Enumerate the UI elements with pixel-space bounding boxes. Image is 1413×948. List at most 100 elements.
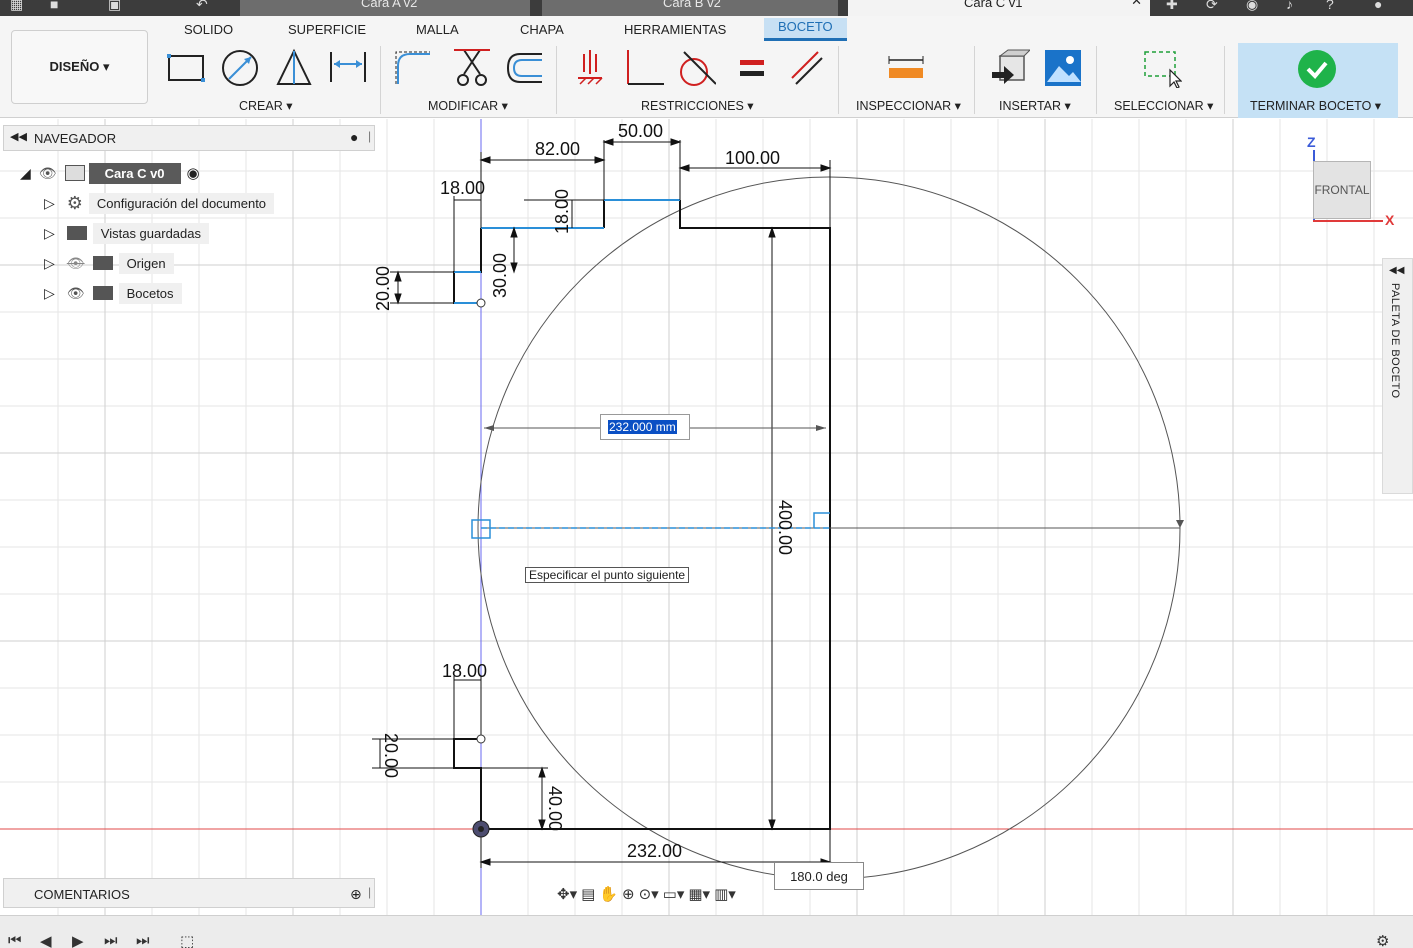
view-cube[interactable]: FRONTAL: [1313, 161, 1371, 219]
select-tool[interactable]: [1142, 48, 1182, 88]
timeline-end-icon[interactable]: ⏭: [136, 932, 150, 948]
group-restricciones[interactable]: RESTRICCIONES ▾: [641, 98, 754, 113]
extensions-icon[interactable]: ◉: [1246, 0, 1258, 13]
minimize-panel-icon[interactable]: ●: [350, 129, 358, 145]
tangent-tool[interactable]: [676, 48, 716, 88]
zoom-icon[interactable]: ⊕: [622, 885, 635, 903]
timeline-prev-icon[interactable]: ◀: [40, 932, 52, 948]
doc-tab-cara-b[interactable]: Cara B v2: [542, 0, 838, 16]
sketch-point[interactable]: [476, 734, 486, 744]
finish-sketch-button[interactable]: TERMINAR BOCETO ▾: [1238, 43, 1398, 118]
insert-derive-tool[interactable]: [990, 48, 1030, 88]
look-at-icon[interactable]: ▤: [581, 885, 595, 903]
browser-panel-header[interactable]: ◀◀ NAVEGADOR ● |: [3, 125, 375, 151]
tab-solido[interactable]: SOLIDO: [184, 22, 233, 37]
help-icon[interactable]: ?: [1326, 0, 1334, 12]
expand-triangle-icon[interactable]: ◢: [20, 165, 31, 182]
dim-18-top: 18.00: [440, 178, 485, 198]
trim-tool[interactable]: [452, 48, 492, 88]
sketch-drawing[interactable]: 82.00 50.00 100.00 18.00 18.00 30.00 20.…: [0, 119, 1413, 915]
notifications-icon[interactable]: ♪: [1286, 0, 1293, 12]
browser-item-document-settings[interactable]: ▷ ⚙ Configuración del documento: [44, 191, 275, 215]
timeline-start-icon[interactable]: ⏮: [8, 932, 22, 948]
group-insertar[interactable]: INSERTAR ▾: [999, 98, 1071, 113]
group-separator: [380, 46, 381, 114]
timeline-next-icon[interactable]: ⏭: [104, 932, 118, 948]
expand-triangle-icon[interactable]: ▷: [44, 255, 55, 272]
undo-icon[interactable]: ↶: [196, 0, 208, 13]
add-comment-icon[interactable]: ⊕: [350, 886, 362, 903]
group-separator: [556, 46, 557, 114]
expand-triangle-icon[interactable]: ▷: [44, 225, 55, 242]
group-seleccionar[interactable]: SELECCIONAR ▾: [1114, 98, 1213, 113]
circle-tool[interactable]: [220, 48, 260, 88]
eye-icon[interactable]: 👁: [39, 165, 57, 182]
offset-tool[interactable]: [504, 48, 544, 88]
panel-grip-icon[interactable]: |: [368, 129, 371, 143]
dimension-input-value[interactable]: 232.000 mm: [608, 420, 677, 434]
expand-triangle-icon[interactable]: ▷: [44, 285, 55, 302]
perpendicular-icon: [627, 50, 664, 85]
workspace-dropdown[interactable]: DISEÑO ▾: [11, 30, 148, 104]
dimension-lines: [372, 138, 832, 868]
file-icon[interactable]: ■: [50, 0, 58, 12]
group-modificar[interactable]: MODIFICAR ▾: [428, 98, 508, 113]
timeline-play-icon[interactable]: ▶: [72, 932, 84, 948]
measure-tool[interactable]: [886, 48, 926, 88]
orbit-icon[interactable]: ✥▾: [557, 885, 577, 903]
browser-item-origin[interactable]: ▷ 👁 Origen: [44, 251, 174, 275]
group-inspeccionar[interactable]: INSPECCIONAR ▾: [856, 98, 961, 113]
eye-hidden-icon[interactable]: 👁: [67, 255, 85, 272]
rectangle-tool[interactable]: [166, 48, 206, 88]
dim-82: 82.00: [535, 139, 580, 159]
group-crear[interactable]: CREAR ▾: [239, 98, 293, 113]
browser-root-row[interactable]: ◢ 👁 Cara C v0 ◉: [20, 161, 200, 185]
activate-radio-icon[interactable]: ◉: [187, 164, 200, 182]
viewports-icon[interactable]: ▥▾: [714, 885, 736, 903]
checkmark-icon: [1298, 50, 1336, 88]
sketch-canvas[interactable]: 82.00 50.00 100.00 18.00 18.00 30.00 20.…: [0, 119, 1413, 915]
timeline-sketch-icon[interactable]: ⬚: [180, 932, 194, 948]
dimension-input[interactable]: 232.000 mm: [600, 414, 690, 440]
save-icon[interactable]: ▣: [108, 0, 121, 13]
equal-tool[interactable]: [732, 48, 772, 88]
tab-chapa[interactable]: CHAPA: [520, 22, 564, 37]
browser-item-sketches[interactable]: ▷ 👁 Bocetos: [44, 281, 182, 305]
tab-boceto[interactable]: BOCETO: [764, 18, 847, 41]
dimension-tool[interactable]: [328, 48, 368, 88]
tab-herramientas[interactable]: HERRAMIENTAS: [624, 22, 726, 37]
grid-settings-icon[interactable]: ▦▾: [688, 885, 710, 903]
sketch-palette-panel[interactable]: ◀◀ PALETA DE BOCETO: [1382, 258, 1413, 494]
polygon-tool[interactable]: [274, 48, 314, 88]
perpendicular-tool[interactable]: [624, 48, 664, 88]
collapse-icon[interactable]: ◀◀: [10, 130, 27, 143]
comments-panel[interactable]: COMENTARIOS ⊕ |: [3, 878, 375, 908]
expand-triangle-icon[interactable]: ▷: [44, 195, 55, 212]
sync-icon[interactable]: ⟳: [1206, 0, 1218, 13]
parallel-tool[interactable]: [786, 48, 826, 88]
app-grid-icon[interactable]: ▦: [10, 0, 23, 13]
zoom-window-icon[interactable]: ⊙▾: [639, 885, 659, 903]
fillet-tool[interactable]: [394, 48, 434, 88]
fix-constraint-tool[interactable]: [570, 48, 610, 88]
timeline-settings-gear-icon[interactable]: ⚙: [1376, 932, 1389, 948]
user-avatar[interactable]: ●: [1374, 0, 1382, 12]
pan-hand-icon[interactable]: ✋: [599, 885, 618, 903]
add-tab-icon[interactable]: ✚: [1166, 0, 1178, 13]
root-component-label[interactable]: Cara C v0: [88, 162, 181, 184]
expand-palette-icon[interactable]: ◀◀: [1389, 265, 1404, 276]
close-icon[interactable]: ✕: [1131, 0, 1142, 7]
browser-item-label: Bocetos: [118, 282, 182, 304]
insert-canvas-tool[interactable]: [1043, 48, 1083, 88]
document-tab-strip: ▦ ■ ▣ ↶ Cara A v2 Cara B v2 Cara C v1 ✕ …: [0, 0, 1413, 16]
sketch-point[interactable]: [476, 298, 486, 308]
tab-superficie[interactable]: SUPERFICIE: [288, 22, 366, 37]
doc-tab-cara-a[interactable]: Cara A v2: [240, 0, 530, 16]
browser-item-saved-views[interactable]: ▷ Vistas guardadas: [44, 221, 209, 245]
dimension-texts[interactable]: 82.00 50.00 100.00 18.00 18.00 30.00 20.…: [373, 121, 795, 861]
eye-icon[interactable]: 👁: [67, 285, 85, 302]
doc-tab-cara-c[interactable]: Cara C v1 ✕: [848, 0, 1150, 16]
tab-malla[interactable]: MALLA: [416, 22, 459, 37]
panel-grip-icon[interactable]: |: [368, 885, 371, 899]
display-settings-icon[interactable]: ▭▾: [663, 885, 685, 903]
